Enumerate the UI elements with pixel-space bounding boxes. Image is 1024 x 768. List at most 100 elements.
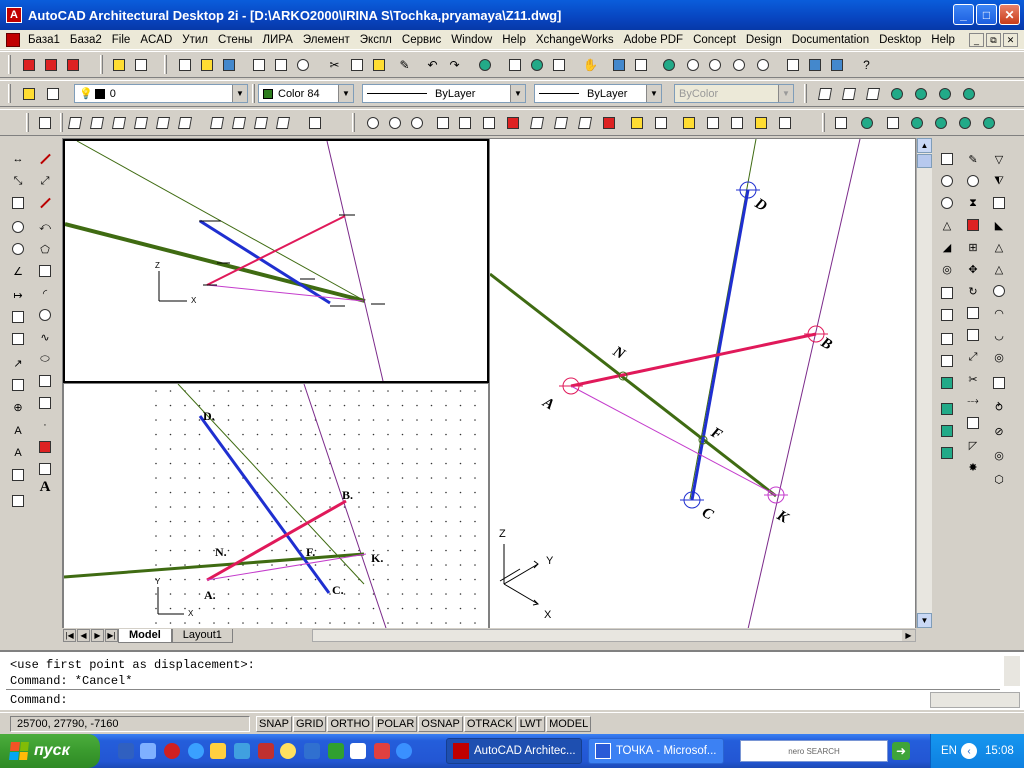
drawing-horizontal-scrollbar[interactable]: ▶: [312, 629, 916, 642]
nero-search-box[interactable]: nero SEARCH: [740, 740, 888, 762]
dimension-text-edit-icon[interactable]: A: [9, 444, 27, 462]
menu-walls[interactable]: Стены: [213, 34, 257, 46]
toolbar-grip[interactable]: [26, 113, 29, 132]
landscape-icon[interactable]: [908, 114, 925, 131]
color-dropdown[interactable]: Color 84 ▼: [258, 84, 354, 103]
quick-leader-icon[interactable]: ↗: [9, 354, 27, 372]
lwt-toggle[interactable]: LWT: [516, 716, 546, 732]
setup-view-icon[interactable]: [938, 422, 956, 440]
doc-minimize-button[interactable]: _: [969, 33, 984, 47]
toolbar-grip[interactable]: [252, 84, 255, 103]
command-vertical-scrollbar[interactable]: [1004, 656, 1020, 686]
lineweight-dropdown[interactable]: ByLayer ▼: [534, 84, 662, 103]
menu-documentation[interactable]: Documentation: [787, 34, 874, 46]
search-icon[interactable]: [396, 743, 412, 759]
drawing-vertical-scrollbar[interactable]: ▲ ▼: [916, 138, 932, 628]
extend-icon[interactable]: ⤏: [964, 392, 982, 410]
box-icon[interactable]: [938, 150, 956, 168]
chamfer-icon[interactable]: ◸: [964, 436, 982, 454]
quicklaunch-icon[interactable]: [258, 743, 274, 759]
cut-icon[interactable]: ✂: [326, 56, 343, 73]
command-prompt[interactable]: Command:: [10, 693, 68, 707]
nw-iso-icon[interactable]: [274, 114, 291, 131]
surface-box-icon[interactable]: [990, 194, 1008, 212]
toolbar-grip[interactable]: [352, 113, 355, 132]
shade-icon[interactable]: [960, 85, 977, 102]
camera-icon[interactable]: [306, 114, 323, 131]
ucs-apply-icon[interactable]: [628, 114, 645, 131]
surface-sphere-icon[interactable]: [990, 282, 1008, 300]
ucs-origin-icon[interactable]: [434, 114, 451, 131]
menu-concept[interactable]: Concept: [688, 34, 741, 46]
tray-expand-icon[interactable]: ‹: [961, 743, 977, 759]
viewport-bottom-left[interactable]: D. B. N. F. K. A. C. Y X: [63, 383, 489, 629]
hatch-icon[interactable]: [36, 438, 54, 456]
paste-icon[interactable]: [370, 56, 387, 73]
archive-icon[interactable]: [132, 56, 149, 73]
region-icon[interactable]: [36, 460, 54, 478]
make-block-icon[interactable]: [36, 394, 54, 412]
open-file-icon[interactable]: [198, 56, 215, 73]
zoom-window-icon[interactable]: [706, 56, 723, 73]
menu-baza2[interactable]: База2: [65, 34, 107, 46]
ucs-z-icon[interactable]: [456, 114, 473, 131]
surface-wedge-icon[interactable]: ◣: [990, 216, 1008, 234]
search-go-button[interactable]: ➜: [892, 742, 910, 760]
dish-icon[interactable]: ◡: [990, 326, 1008, 344]
diameter-dimension-icon[interactable]: [9, 240, 27, 258]
close-button[interactable]: ✕: [999, 4, 1020, 25]
ne-iso-icon[interactable]: [252, 114, 269, 131]
surface-torus-icon[interactable]: ◎: [990, 348, 1008, 366]
print-icon[interactable]: [250, 56, 267, 73]
2d-solid-icon[interactable]: ▽: [990, 150, 1008, 168]
revolve-icon[interactable]: [704, 114, 721, 131]
menu-lira[interactable]: ЛИРА: [257, 34, 297, 46]
polygon-icon[interactable]: ⬠: [36, 240, 54, 258]
spline-icon[interactable]: ∿: [36, 328, 54, 346]
fog-icon[interactable]: [956, 114, 973, 131]
otrack-toggle[interactable]: OTRACK: [463, 716, 516, 732]
baseline-dimension-icon[interactable]: [9, 308, 27, 326]
3d-face-icon[interactable]: ⧨: [990, 172, 1008, 190]
interference-icon[interactable]: [938, 374, 956, 392]
ucs-face-icon[interactable]: [528, 114, 545, 131]
pdf-icon[interactable]: [20, 56, 37, 73]
next-tab-button[interactable]: ▶: [91, 629, 104, 642]
menu-design[interactable]: Design: [741, 34, 787, 46]
multiline-text-icon[interactable]: A: [36, 478, 54, 496]
flat-edges-icon[interactable]: [912, 85, 929, 102]
quicklaunch-icon[interactable]: [140, 743, 156, 759]
sw-iso-icon[interactable]: [208, 114, 225, 131]
explode-icon[interactable]: ✸: [964, 458, 982, 476]
toolbar-grip[interactable]: [60, 113, 63, 132]
task-autocad[interactable]: AutoCAD Architec...: [446, 738, 582, 764]
start-button[interactable]: пуск: [0, 734, 100, 768]
slice-icon[interactable]: [728, 114, 745, 131]
tabulated-surface-icon[interactable]: ⊘: [990, 422, 1008, 440]
maximize-button[interactable]: □: [976, 4, 997, 25]
menu-element[interactable]: Элемент: [298, 34, 355, 46]
angular-dimension-icon[interactable]: ∠: [9, 262, 27, 280]
chevron-down-icon[interactable]: ▼: [338, 85, 353, 102]
tab-layout1[interactable]: Layout1: [171, 628, 233, 643]
extrude-icon[interactable]: [680, 114, 697, 131]
polar-toggle[interactable]: POLAR: [374, 716, 418, 732]
database-icon[interactable]: [828, 56, 845, 73]
properties-icon[interactable]: [784, 56, 801, 73]
pdf-settings-icon[interactable]: [64, 56, 81, 73]
construction-line-icon[interactable]: ⤢: [36, 172, 54, 190]
toolbar-grip[interactable]: [822, 113, 825, 132]
circle-icon[interactable]: [36, 306, 54, 324]
osnap-toggle[interactable]: OSNAP: [418, 716, 463, 732]
save-icon[interactable]: [220, 56, 237, 73]
dimension-style-icon[interactable]: [9, 492, 27, 510]
3d-mesh-icon[interactable]: [990, 374, 1008, 392]
grid-toggle[interactable]: GRID: [292, 716, 327, 732]
command-horizontal-scrollbar[interactable]: [930, 692, 1020, 708]
copy-object-icon[interactable]: [964, 172, 982, 190]
statistics-icon[interactable]: [980, 114, 997, 131]
section-solid-icon[interactable]: [938, 352, 956, 370]
slice-solid-icon[interactable]: [938, 330, 956, 348]
radius-dimension-icon[interactable]: [9, 218, 27, 236]
array-icon[interactable]: ⊞: [964, 238, 982, 256]
